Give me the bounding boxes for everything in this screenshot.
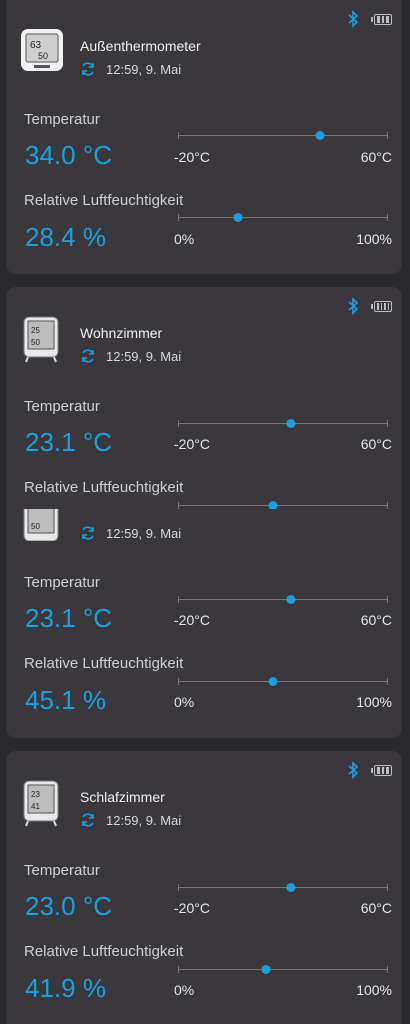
thermometer-device-icon: 50 xyxy=(23,509,59,541)
svg-text:41: 41 xyxy=(31,802,40,811)
sync-time: 12:59, 9. Mai xyxy=(106,525,182,541)
humidity-value: 28.4 % xyxy=(25,222,106,252)
temperature-label: Temperatur xyxy=(24,574,100,591)
temp-max-label: 60°C xyxy=(360,436,392,452)
bluetooth-icon xyxy=(348,10,359,28)
temp-min-label: -20°C xyxy=(174,436,210,452)
temperature-label: Temperatur xyxy=(24,862,100,879)
slider-knob xyxy=(286,595,296,604)
device-name: Wohnzimmer xyxy=(80,325,163,341)
sync-icon[interactable] xyxy=(80,812,96,828)
slider-knob xyxy=(286,419,296,428)
sync-time: 12:59, 9. Mai xyxy=(106,812,182,828)
temperature-label: Temperatur xyxy=(24,111,100,128)
slider-knob xyxy=(268,677,278,686)
humidity-label: Relative Luftfeuchtigkeit xyxy=(24,943,184,960)
sync-icon[interactable] xyxy=(80,348,96,364)
sync-time: 12:59, 9. Mai xyxy=(106,348,182,364)
thermometer-device-icon: 63 50 xyxy=(21,29,63,71)
svg-text:63: 63 xyxy=(30,40,42,51)
battery-icon xyxy=(371,764,392,776)
svg-text:25: 25 xyxy=(31,326,40,335)
temperature-value: 34.0 °C xyxy=(25,140,113,170)
svg-text:50: 50 xyxy=(31,338,40,347)
temperature-label: Temperatur xyxy=(24,398,100,415)
svg-text:50: 50 xyxy=(38,51,48,61)
thermometer-device-icon: 25 50 xyxy=(23,316,59,363)
hum-min-label: 0% xyxy=(174,694,195,710)
humidity-value: 45.1 % xyxy=(25,685,106,715)
battery-icon xyxy=(371,13,392,25)
humidity-label: Relative Luftfeuchtigkeit xyxy=(24,192,184,209)
temperature-value: 23.0 °C xyxy=(25,891,113,921)
temp-max-label: 60°C xyxy=(360,612,392,628)
hum-max-label: 100% xyxy=(356,231,392,247)
temperature-slider xyxy=(178,416,388,432)
temperature-value: 23.1 °C xyxy=(25,603,113,633)
temp-min-label: -20°C xyxy=(174,149,210,165)
hum-min-label: 0% xyxy=(174,982,195,998)
slider-knob xyxy=(233,213,243,222)
device-card-wohnzimmer[interactable]: 25 50 Wohnzimmer 12:59, 9. Mai Temperatu… xyxy=(6,287,402,738)
hum-max-label: 100% xyxy=(356,694,392,710)
sync-icon[interactable] xyxy=(80,61,96,77)
temp-max-label: 60°C xyxy=(360,149,392,165)
bluetooth-icon xyxy=(348,297,359,315)
temperature-slider xyxy=(178,592,388,608)
temp-min-label: -20°C xyxy=(174,900,210,916)
humidity-label: Relative Luftfeuchtigkeit xyxy=(24,479,184,496)
svg-text:23: 23 xyxy=(31,790,40,799)
svg-text:50: 50 xyxy=(31,522,40,531)
hum-min-label: 0% xyxy=(174,231,195,247)
humidity-slider xyxy=(178,210,388,226)
slider-knob xyxy=(261,965,271,974)
thermometer-device-icon: 23 41 xyxy=(23,780,59,827)
battery-icon xyxy=(371,300,392,312)
device-card-schlafzimmer[interactable]: 23 41 Schlafzimmer 12:59, 9. Mai Tempera… xyxy=(6,751,402,1024)
overlap-section: 50 12:59, 9. Mai Temperatur 23.1 °C -20°… xyxy=(6,509,402,738)
temp-min-label: -20°C xyxy=(174,612,210,628)
humidity-slider xyxy=(178,962,388,978)
humidity-value: 41.9 % xyxy=(25,973,106,1003)
temperature-value: 23.1 °C xyxy=(25,427,113,457)
device-name: Außenthermometer xyxy=(80,38,201,54)
humidity-label: Relative Luftfeuchtigkeit xyxy=(24,655,184,672)
device-name: Schlafzimmer xyxy=(80,789,165,805)
temperature-slider xyxy=(178,880,388,896)
temperature-slider xyxy=(178,128,388,144)
slider-knob xyxy=(286,883,296,892)
bluetooth-icon xyxy=(348,761,359,779)
slider-knob xyxy=(315,131,325,140)
sync-time: 12:59, 9. Mai xyxy=(106,61,182,77)
humidity-slider xyxy=(178,674,388,690)
temp-max-label: 60°C xyxy=(360,900,392,916)
sync-icon[interactable] xyxy=(80,525,96,541)
hum-max-label: 100% xyxy=(356,982,392,998)
device-card-aussen[interactable]: 63 50 Außenthermometer 12:59, 9. Mai Tem… xyxy=(6,0,402,274)
